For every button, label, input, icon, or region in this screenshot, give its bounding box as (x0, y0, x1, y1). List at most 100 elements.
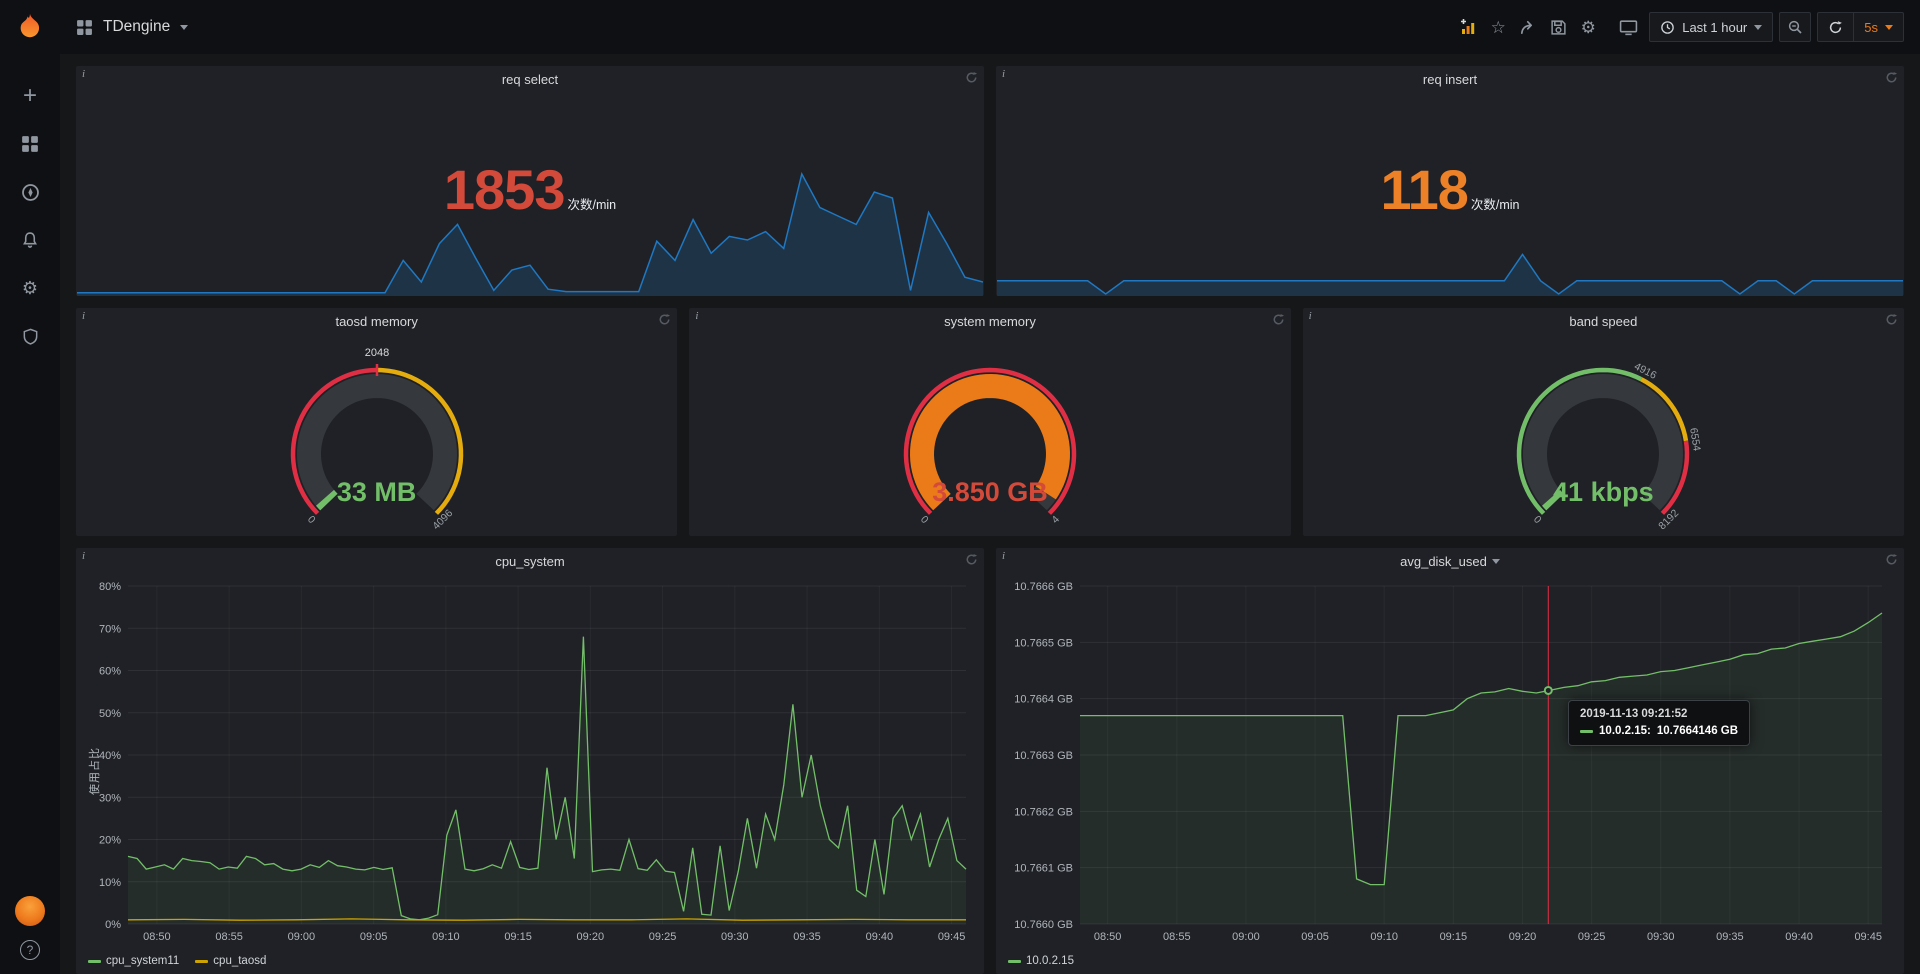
user-avatar[interactable] (15, 896, 45, 926)
chevron-down-icon (1885, 25, 1893, 34)
svg-text:40%: 40% (99, 750, 121, 762)
panel-title-taosd-memory[interactable]: taosd memory (76, 308, 677, 334)
panel-title-avg-disk-used[interactable]: avg_disk_used (996, 548, 1904, 574)
panel-info-icon[interactable]: i (695, 310, 698, 322)
sidebar-item-explore[interactable] (18, 180, 42, 204)
panel-title-cpu-system[interactable]: cpu_system (76, 548, 984, 574)
graph-tooltip: 2019-11-13 09:21:52 10.0.2.15: 10.766414… (1568, 700, 1750, 746)
singlestat-value: 1853 (444, 158, 565, 221)
share-dashboard-button[interactable] (1513, 11, 1543, 43)
refresh-icon (1828, 20, 1843, 35)
compass-icon (21, 183, 40, 202)
sidebar-item-dashboards[interactable] (18, 132, 42, 156)
tooltip-series-name: 10.0.2.15: (1599, 725, 1651, 737)
legend-item-cpu_taosd[interactable]: cpu_taosd (195, 955, 266, 967)
svg-text:09:00: 09:00 (288, 931, 316, 943)
svg-text:10.7666 GB: 10.7666 GB (1014, 581, 1073, 593)
legend-item-10.0.2.15[interactable]: 10.0.2.15 (1008, 955, 1074, 967)
help-button[interactable]: ? (20, 940, 40, 960)
shield-icon (22, 328, 39, 345)
panel-title-req-select[interactable]: req select (76, 66, 984, 92)
svg-text:09:40: 09:40 (1785, 931, 1813, 943)
svg-text:09:35: 09:35 (793, 931, 821, 943)
panel-title-band-speed[interactable]: band speed (1303, 308, 1904, 334)
save-icon (1550, 19, 1567, 36)
clock-icon (1660, 20, 1675, 35)
chevron-down-icon (1754, 25, 1762, 34)
question-icon: ? (27, 943, 34, 957)
singlestat-unit: 次数/min (567, 198, 616, 212)
sidebar-item-alerting[interactable] (18, 228, 42, 252)
panel-info-icon[interactable]: i (1002, 68, 1005, 80)
svg-text:09:35: 09:35 (1716, 931, 1744, 943)
gauge-chart: 41 kbps 0491665548192 (1463, 334, 1743, 534)
dashboard-settings-button[interactable]: ⚙ (1573, 11, 1603, 43)
add-panel-icon (1458, 17, 1478, 37)
panel-title-req-insert[interactable]: req insert (996, 66, 1904, 92)
svg-text:6554: 6554 (1687, 427, 1703, 452)
plus-icon: + (23, 85, 37, 107)
svg-text:10.7664 GB: 10.7664 GB (1014, 694, 1073, 706)
svg-text:09:45: 09:45 (1854, 931, 1882, 943)
panel-title-system-memory[interactable]: system memory (689, 308, 1290, 334)
zoom-out-button[interactable] (1779, 12, 1811, 42)
legend-color-swatch (88, 960, 101, 963)
panel-req-select: i req select 1853次数/min (76, 66, 984, 296)
share-icon (1519, 18, 1537, 36)
panel-loading-icon (1885, 71, 1898, 89)
grafana-logo[interactable] (0, 0, 60, 54)
gauge-value: 3.850 GB (850, 477, 1130, 508)
refresh-button[interactable] (1817, 12, 1854, 42)
refresh-interval-picker[interactable]: 5s (1853, 12, 1904, 42)
star-dashboard-button[interactable]: ☆ (1483, 11, 1513, 43)
legend-label: cpu_taosd (213, 955, 266, 967)
panel-info-icon[interactable]: i (1002, 550, 1005, 562)
sidebar-item-server-admin[interactable] (18, 324, 42, 348)
gauge-chart: 33 MB 204804096 (237, 334, 517, 534)
panel-avg-disk-used: i avg_disk_used 10.7660 GB10.7661 GB10.7… (996, 548, 1904, 974)
graph-legend: 10.0.2.15 (1008, 951, 1074, 971)
sidebar-item-create[interactable]: + (18, 84, 42, 108)
legend-label: cpu_system11 (106, 955, 179, 967)
add-panel-button[interactable] (1453, 11, 1483, 43)
save-dashboard-button[interactable] (1543, 11, 1573, 43)
svg-text:09:15: 09:15 (504, 931, 532, 943)
panel-info-icon[interactable]: i (1309, 310, 1312, 322)
svg-text:50%: 50% (99, 708, 121, 720)
time-series-chart: 10.7660 GB10.7661 GB10.7662 GB10.7663 GB… (1000, 578, 1896, 946)
legend-label: 10.0.2.15 (1026, 955, 1074, 967)
sidebar-item-configuration[interactable]: ⚙ (18, 276, 42, 300)
gauge-value: 33 MB (237, 477, 517, 508)
svg-text:08:55: 08:55 (1163, 931, 1191, 943)
svg-text:10.7663 GB: 10.7663 GB (1014, 750, 1073, 762)
grafana-flame-icon (15, 12, 45, 42)
gauge-value: 41 kbps (1463, 477, 1743, 508)
svg-text:4096: 4096 (430, 507, 455, 532)
singlestat-unit: 次数/min (1471, 198, 1520, 212)
svg-text:09:25: 09:25 (649, 931, 677, 943)
svg-text:09:45: 09:45 (938, 931, 966, 943)
panel-title-text: cpu_system (495, 554, 564, 569)
panel-info-icon[interactable]: i (82, 550, 85, 562)
panel-cpu-system: i cpu_system 使用占比 0%10%20%30%40%50%60%70… (76, 548, 984, 974)
svg-text:2048: 2048 (364, 347, 388, 359)
panel-loading-icon (965, 553, 978, 571)
cycle-view-button[interactable] (1613, 11, 1643, 43)
svg-text:70%: 70% (99, 623, 121, 635)
svg-text:60%: 60% (99, 666, 121, 678)
magnifier-icon (1787, 19, 1803, 35)
star-icon: ☆ (1491, 19, 1506, 36)
svg-text:30%: 30% (99, 792, 121, 804)
svg-text:10.7660 GB: 10.7660 GB (1014, 919, 1073, 931)
panel-title-text: req insert (1423, 72, 1477, 87)
legend-item-cpu_system11[interactable]: cpu_system11 (88, 955, 179, 967)
panel-info-icon[interactable]: i (82, 68, 85, 80)
refresh-interval-label: 5s (1864, 20, 1878, 35)
dashboard-title-button[interactable]: TDengine (76, 18, 188, 36)
svg-text:09:20: 09:20 (577, 931, 605, 943)
time-range-picker[interactable]: Last 1 hour (1649, 12, 1773, 42)
panel-info-icon[interactable]: i (82, 310, 85, 322)
panel-req-insert: i req insert 118次数/min (996, 66, 1904, 296)
dashboards-grid-icon (21, 135, 39, 153)
panel-menu-caret-icon (1492, 559, 1500, 568)
